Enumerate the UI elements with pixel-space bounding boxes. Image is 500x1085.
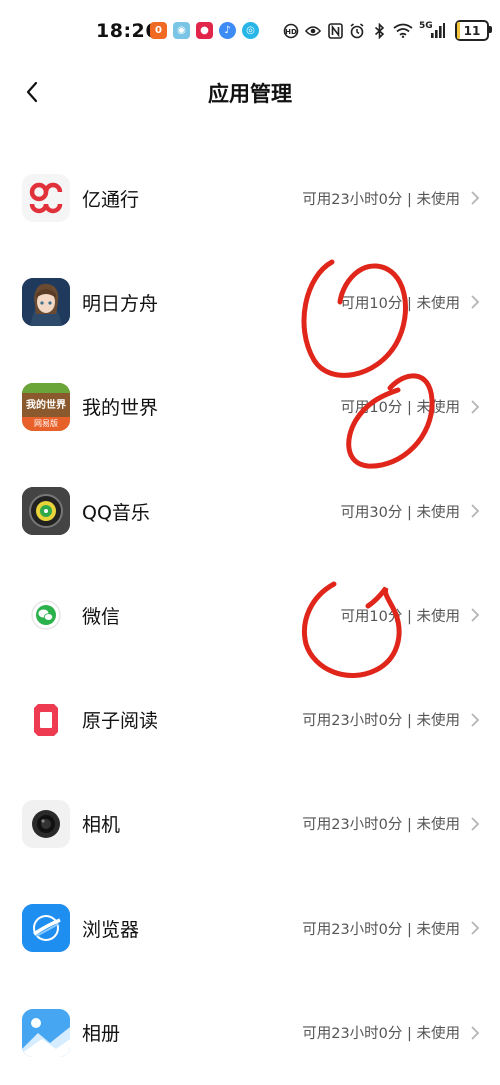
camera-icon [22,799,70,848]
minecraft-icon-title: 我的世界 [26,399,66,411]
chevron-right-icon [468,814,482,834]
svg-text:HD: HD [285,28,297,36]
app-row-wechat[interactable]: 微信 可用10分 | 未使用 [0,563,500,667]
app-name: 明日方舟 [82,292,159,315]
game-icon: ● [196,22,213,39]
chevron-right-icon [468,710,482,730]
orange-app-icon: 0 [150,22,167,39]
system-icons: HD 5G 11 [283,20,492,41]
nfc-icon [327,21,343,41]
gallery-icon [22,1008,70,1057]
app-row-minecraft[interactable]: 我的世界 网易版 我的世界 可用10分 | 未使用 [0,355,500,459]
app-name: 我的世界 [82,397,159,420]
app-name: QQ音乐 [82,501,150,524]
header: 应用管理 [0,64,500,122]
app-row-arknights[interactable]: 明日方舟 可用10分 | 未使用 [0,250,500,354]
chevron-right-icon [468,1023,482,1043]
wifi-icon [393,21,413,41]
minecraft-icon-subtitle: 网易版 [22,416,70,431]
app-usage-status: 可用10分 | 未使用 [340,608,460,625]
app-row-browser[interactable]: 浏览器 可用23小时0分 | 未使用 [0,876,500,980]
alarm-icon [349,21,365,41]
app-usage-status: 可用30分 | 未使用 [340,504,460,521]
app-usage-status: 可用23小时0分 | 未使用 [302,1026,460,1043]
notification-icons: 0 ◉ ● ♪ ◎ [150,22,259,39]
app-name: 原子阅读 [82,710,159,733]
browser-icon: ◎ [242,22,259,39]
app-usage-status: 可用10分 | 未使用 [340,295,460,312]
app-row-qq-music[interactable]: QQ音乐 可用30分 | 未使用 [0,459,500,563]
app-row-atom-reader[interactable]: 原子阅读 可用23小时0分 | 未使用 [0,667,500,771]
app-usage-status: 可用10分 | 未使用 [340,400,460,417]
app-usage-status: 可用23小时0分 | 未使用 [302,713,460,730]
atom-reader-icon [22,695,70,744]
app-row-gallery[interactable]: 相册 可用23小时0分 | 未使用 [0,980,500,1084]
eye-icon [305,21,321,41]
wechat-icon [22,591,70,640]
app-list: 亿通行 可用23小时0分 | 未使用 明日方舟 可用10分 | 未使用 我的世界… [0,146,500,1085]
chevron-right-icon [468,918,482,938]
chevron-right-icon [468,501,482,521]
app-usage-status: 可用23小时0分 | 未使用 [302,921,460,938]
app-name: 亿通行 [82,188,140,211]
yitongxing-icon [22,174,70,223]
app-row-camera[interactable]: 相机 可用23小时0分 | 未使用 [0,772,500,876]
app-name: 相机 [82,814,121,837]
app-usage-status: 可用23小时0分 | 未使用 [302,191,460,208]
chevron-right-icon [468,292,482,312]
app-row-yitongxing[interactable]: 亿通行 可用23小时0分 | 未使用 [0,146,500,250]
status-bar: 18:26 0 ◉ ● ♪ ◎ HD 5G 11 [0,0,500,64]
browser-app-icon [22,904,70,953]
minecraft-icon: 我的世界 网易版 [22,382,70,431]
chevron-right-icon [468,397,482,417]
network-type: 5G [419,20,433,31]
chevron-right-icon [468,605,482,625]
app-name: 浏览器 [82,918,140,941]
battery-fill [457,22,461,39]
page-title: 应用管理 [208,82,292,106]
chevron-right-icon [468,188,482,208]
battery-indicator: 11 [455,20,492,41]
signal-icon: 5G [419,21,445,41]
music-icon: ♪ [219,22,236,39]
app-name: 相册 [82,1023,121,1046]
arknights-icon [22,278,70,327]
battery-level: 11 [463,23,481,38]
app-usage-status: 可用23小时0分 | 未使用 [302,817,460,834]
app-name: 微信 [82,605,121,628]
bluetooth-icon [371,21,387,41]
maps-icon: ◉ [173,22,190,39]
hd-icon: HD [283,21,299,41]
qq-music-icon [22,487,70,536]
